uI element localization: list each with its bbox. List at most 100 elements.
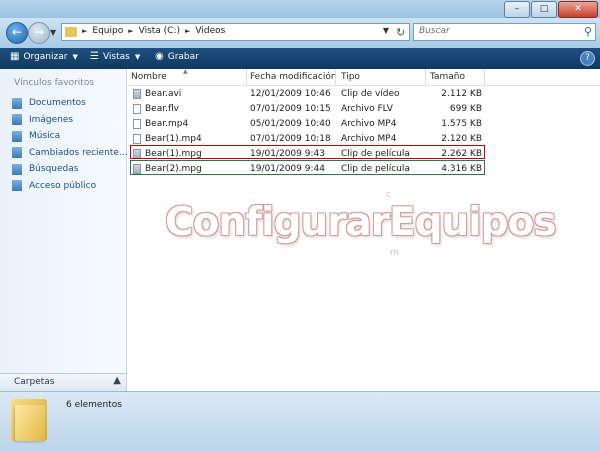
chevron-down-icon: ▼ bbox=[134, 52, 141, 61]
organize-button[interactable]: ▦ Organizar ▼ bbox=[10, 51, 78, 62]
table-row[interactable]: Bear.flv 07/01/2009 10:15 Archivo FLV 69… bbox=[127, 102, 600, 117]
forward-button[interactable]: → bbox=[28, 22, 50, 44]
blank-file-icon bbox=[133, 134, 141, 144]
breadcrumb-arrow-icon[interactable]: ► bbox=[82, 27, 87, 35]
documents-icon bbox=[12, 97, 22, 109]
breadcrumb-videos[interactable]: Videos bbox=[195, 26, 225, 36]
navigation-pane: Vínculos favoritos Documentos Imágenes M… bbox=[0, 69, 127, 373]
column-divider[interactable] bbox=[335, 69, 336, 85]
search-input[interactable]: Buscar ⚲ bbox=[413, 23, 596, 41]
fav-musica[interactable]: Música bbox=[12, 128, 127, 145]
breadcrumb-equipo[interactable]: Equipo bbox=[92, 26, 123, 36]
address-box[interactable]: ► Equipo ► Vista (C:) ► Videos ▼ bbox=[61, 23, 410, 41]
breadcrumb-arrow-icon[interactable]: ► bbox=[185, 27, 190, 35]
title-bar: – □ ✕ bbox=[0, 0, 600, 18]
table-row[interactable]: Bear.avi 12/01/2009 10:46 Clip de vídeo … bbox=[127, 87, 600, 102]
file-name: Bear.mp4 bbox=[145, 119, 189, 129]
watermark-mark: m bbox=[390, 248, 399, 258]
favorites-list: Documentos Imágenes Música Cambiados rec… bbox=[12, 95, 127, 194]
fav-busquedas[interactable]: Búsquedas bbox=[12, 161, 127, 178]
folder-icon bbox=[65, 27, 77, 37]
watermark-mark: c bbox=[386, 190, 391, 200]
fav-recientes[interactable]: Cambiados reciente... bbox=[12, 145, 127, 162]
address-dropdown-icon[interactable]: ▼ bbox=[383, 26, 389, 35]
breadcrumb-arrow-icon[interactable]: ► bbox=[128, 27, 133, 35]
column-headers: ▲ Nombre Fecha modificación Tipo Tamaño bbox=[127, 68, 600, 86]
blank-file-icon bbox=[133, 119, 141, 129]
column-divider[interactable] bbox=[484, 69, 485, 85]
command-toolbar: ▦ Organizar ▼ ☰ Vistas ▼ ◉ Grabar ? bbox=[0, 48, 600, 69]
item-count: 6 elementos bbox=[66, 400, 122, 410]
pictures-icon bbox=[12, 114, 22, 126]
chevron-up-icon: ▲ bbox=[113, 375, 121, 386]
maximize-icon[interactable]: □ bbox=[531, 1, 557, 18]
sort-arrow-icon: ▲ bbox=[183, 68, 188, 75]
folder-icon bbox=[11, 399, 47, 441]
fav-label: Acceso público bbox=[29, 180, 97, 191]
recent-icon bbox=[12, 147, 22, 159]
search-placeholder: Buscar bbox=[419, 26, 450, 36]
organize-icon: ▦ bbox=[10, 51, 20, 62]
refresh-icon[interactable]: ↻ bbox=[396, 26, 405, 39]
col-name[interactable]: Nombre bbox=[131, 72, 167, 82]
file-date: 12/01/2009 10:46 bbox=[250, 89, 331, 99]
file-type: Archivo MP4 bbox=[341, 134, 397, 144]
search-icon[interactable]: ⚲ bbox=[584, 25, 592, 38]
highlight-box-green bbox=[130, 160, 485, 175]
music-icon bbox=[12, 130, 22, 142]
fav-documentos[interactable]: Documentos bbox=[12, 95, 127, 112]
fav-label: Música bbox=[29, 131, 61, 142]
file-size: 2.120 KB bbox=[441, 134, 482, 144]
column-divider[interactable] bbox=[246, 69, 247, 85]
views-button[interactable]: ☰ Vistas ▼ bbox=[90, 51, 140, 62]
highlight-box-red bbox=[130, 145, 485, 159]
file-date: 07/01/2009 10:15 bbox=[250, 104, 331, 114]
blank-file-icon bbox=[133, 104, 141, 114]
public-icon bbox=[12, 180, 22, 192]
favorites-header: Vínculos favoritos bbox=[14, 78, 95, 88]
file-type: Archivo FLV bbox=[341, 104, 393, 114]
burn-disc-icon: ◉ bbox=[155, 51, 164, 62]
col-type[interactable]: Tipo bbox=[341, 72, 360, 82]
fav-label: Documentos bbox=[29, 98, 86, 109]
file-name: Bear.avi bbox=[145, 89, 182, 99]
col-date[interactable]: Fecha modificación bbox=[250, 72, 337, 82]
back-button[interactable]: ← bbox=[6, 22, 28, 44]
file-name: Bear.flv bbox=[145, 104, 179, 114]
fav-label: Búsquedas bbox=[29, 164, 79, 175]
fav-label: Imágenes bbox=[29, 114, 74, 125]
address-bar-area: ← → ▼ ► Equipo ► Vista (C:) ► Videos ▼ ↻… bbox=[0, 18, 600, 48]
file-date: 07/01/2009 10:18 bbox=[250, 134, 331, 144]
window-controls: – □ ✕ bbox=[503, 1, 598, 18]
breadcrumb-vista[interactable]: Vista (C:) bbox=[139, 26, 180, 36]
views-icon: ☰ bbox=[90, 51, 99, 62]
chevron-down-icon: ▼ bbox=[72, 52, 78, 61]
close-icon[interactable]: ✕ bbox=[558, 1, 598, 18]
col-size[interactable]: Tamaño bbox=[430, 72, 465, 82]
file-type: Clip de vídeo bbox=[341, 89, 400, 99]
folders-toggle[interactable]: Carpetas ▲ bbox=[0, 373, 127, 392]
column-divider[interactable] bbox=[425, 69, 426, 85]
searches-icon bbox=[12, 163, 22, 175]
organize-label: Organizar bbox=[23, 51, 68, 62]
fav-label: Cambiados reciente... bbox=[29, 147, 128, 158]
recent-pages-dropdown-icon[interactable]: ▼ bbox=[50, 28, 56, 37]
watermark-logo: ConfigurarEquipos bbox=[165, 200, 557, 245]
views-label: Vistas bbox=[102, 51, 130, 62]
fav-acceso-publico[interactable]: Acceso público bbox=[12, 178, 127, 195]
file-size: 1.575 KB bbox=[441, 119, 482, 129]
help-icon[interactable]: ? bbox=[580, 51, 595, 66]
file-size: 2.112 KB bbox=[441, 89, 482, 99]
file-date: 05/01/2009 10:40 bbox=[250, 119, 331, 129]
file-type: Archivo MP4 bbox=[341, 119, 397, 129]
breadcrumb: ► Equipo ► Vista (C:) ► Videos bbox=[82, 26, 225, 36]
video-file-icon bbox=[133, 89, 141, 99]
fav-imagenes[interactable]: Imágenes bbox=[12, 112, 127, 129]
table-row[interactable]: Bear.mp4 05/01/2009 10:40 Archivo MP4 1.… bbox=[127, 117, 600, 132]
burn-button[interactable]: ◉ Grabar bbox=[155, 51, 199, 62]
burn-label: Grabar bbox=[167, 51, 199, 62]
file-size: 699 KB bbox=[449, 104, 482, 114]
file-name: Bear(1).mp4 bbox=[145, 134, 202, 144]
folders-label: Carpetas bbox=[14, 377, 55, 387]
minimize-icon[interactable]: – bbox=[504, 1, 530, 18]
